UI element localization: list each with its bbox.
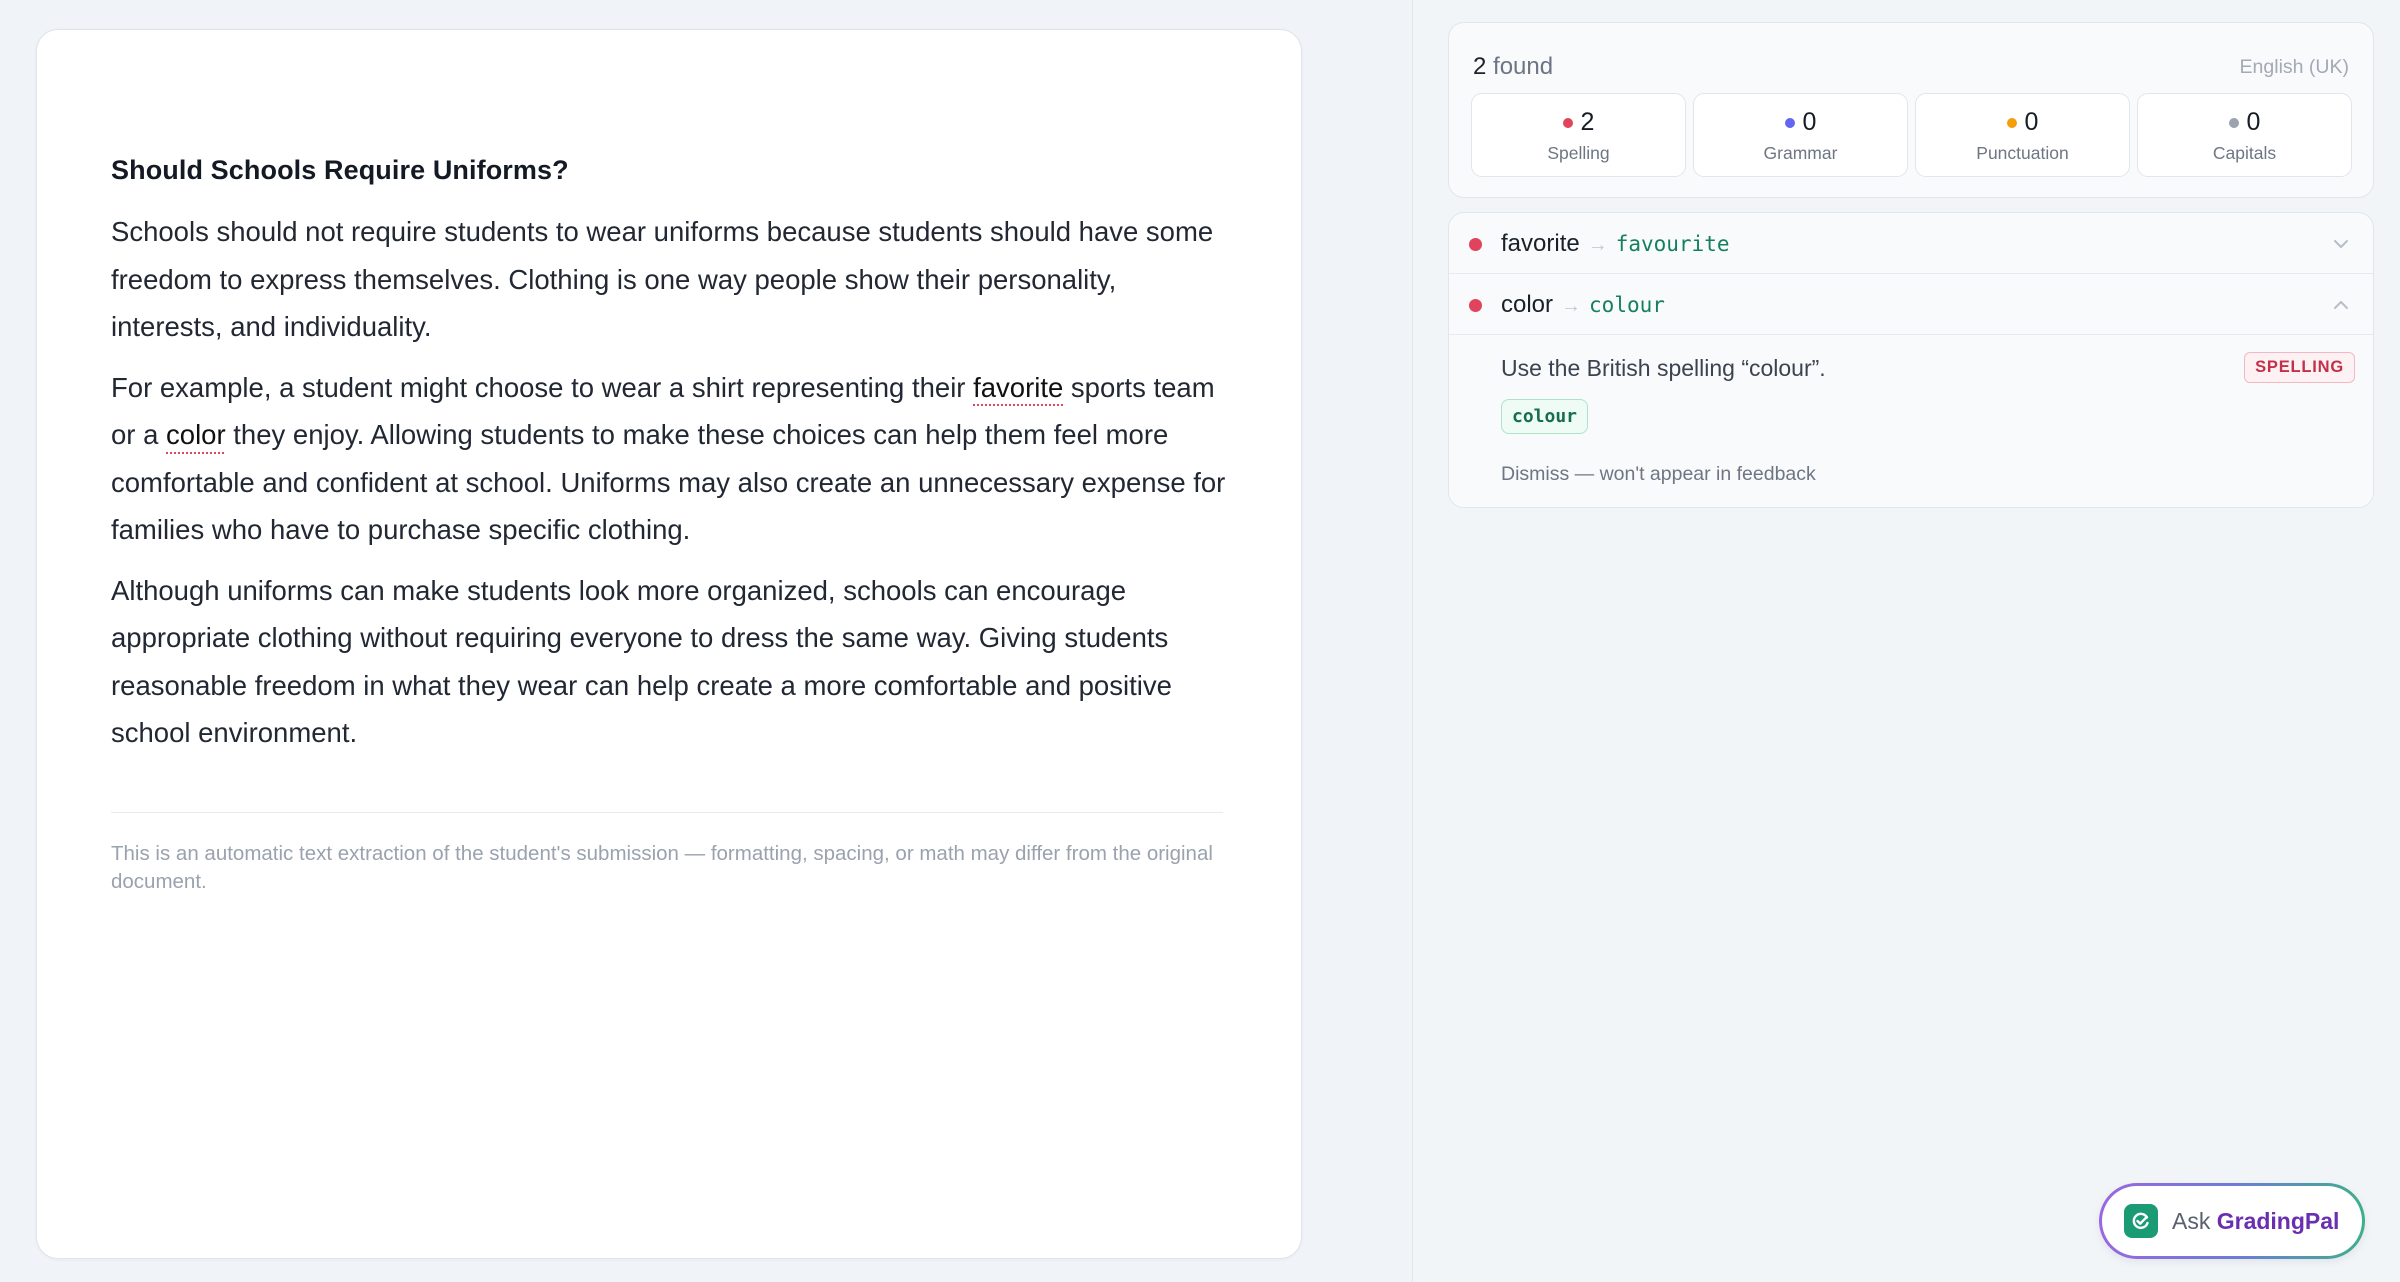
dismiss-link[interactable]: Dismiss — won't appear in feedback xyxy=(1501,463,1816,486)
extraction-note: This is an automatic text extraction of … xyxy=(111,842,1213,893)
arrow-right-icon: → xyxy=(1561,295,1582,317)
stat-label: Punctuation xyxy=(1976,143,2069,163)
error-dot-icon xyxy=(1469,299,1482,312)
document-body: Schools should not require students to w… xyxy=(111,208,1231,770)
flagged-word-favorite[interactable]: favorite xyxy=(973,372,1063,403)
chevron-down-icon[interactable] xyxy=(2331,234,2351,259)
issue-suggestion: favourite xyxy=(1615,232,1730,256)
ask-gradingpal-button[interactable]: Ask GradingPal xyxy=(2099,1183,2365,1259)
issue-word: color xyxy=(1501,291,1554,318)
chevron-up-icon[interactable] xyxy=(2331,295,2351,320)
found-number: 2 xyxy=(1473,53,1487,80)
issue-message: Use the British spelling “colour”. xyxy=(1501,355,1826,381)
issue-detail: Use the British spelling “colour”. SPELL… xyxy=(1449,335,2373,507)
submission-document: Should Schools Require Uniforms? Schools… xyxy=(36,29,1302,1259)
capitals-dot-icon xyxy=(2228,117,2239,128)
paragraph-text: they enjoy. Allowing students to make th… xyxy=(111,419,1226,545)
error-dot-icon xyxy=(1469,238,1482,251)
feedback-panel: 2 found English (UK) 2 Spelling 0 Gramma… xyxy=(1412,0,2400,1282)
stat-grammar[interactable]: 0 Grammar xyxy=(1693,93,1908,177)
stat-value: 0 xyxy=(1802,108,1817,136)
issues-list: favorite → favourite color → colour Use the … xyxy=(1448,212,2374,508)
stat-spelling[interactable]: 2 Spelling xyxy=(1471,93,1686,177)
paragraph-text: For example, a student might choose to w… xyxy=(111,371,974,403)
stat-punctuation[interactable]: 0 Punctuation xyxy=(1915,93,2130,177)
document-paragraph: Schools should not require students to w… xyxy=(111,216,1214,342)
issues-summary: 2 found English (UK) 2 Spelling 0 Gramma… xyxy=(1448,22,2374,198)
stat-value: 0 xyxy=(2246,108,2261,136)
found-count: 2 found xyxy=(1473,53,1553,81)
ask-label: Ask GradingPal xyxy=(2172,1208,2339,1235)
punctuation-dot-icon xyxy=(2006,117,2017,128)
issue-suggestion: colour xyxy=(1589,293,1665,317)
grammar-dot-icon xyxy=(1784,117,1795,128)
flagged-word-color[interactable]: color xyxy=(166,419,226,450)
issue-row-favorite[interactable]: favorite → favourite xyxy=(1449,213,2373,274)
stat-label: Spelling xyxy=(1547,143,1610,163)
issue-type-badge: SPELLING xyxy=(2244,352,2355,383)
document-paragraph: For example, a student might choose to w… xyxy=(111,364,1231,554)
issue-row-color[interactable]: color → colour xyxy=(1449,274,2373,335)
spelling-dot-icon xyxy=(1562,117,1573,128)
issue-word: favorite xyxy=(1501,230,1580,257)
stat-value: 0 xyxy=(2024,108,2039,136)
found-label: found xyxy=(1493,53,1554,80)
stat-label: Capitals xyxy=(2212,143,2277,163)
stat-capitals[interactable]: 0 Capitals xyxy=(2137,93,2352,177)
divider xyxy=(111,812,1223,813)
document-paragraph: Although uniforms can make students look… xyxy=(111,574,1172,749)
stat-label: Grammar xyxy=(1763,143,1838,163)
apply-suggestion-chip[interactable]: colour xyxy=(1501,399,1589,434)
gradingpal-logo-icon xyxy=(2124,1204,2158,1238)
document-title: Should Schools Require Uniforms? xyxy=(111,155,569,185)
arrow-right-icon: → xyxy=(1587,234,1608,256)
ask-prefix: Ask xyxy=(2172,1207,2211,1234)
language-label: English (UK) xyxy=(2239,56,2349,78)
stat-value: 2 xyxy=(1580,108,1595,136)
ask-brand: GradingPal xyxy=(2216,1207,2340,1234)
